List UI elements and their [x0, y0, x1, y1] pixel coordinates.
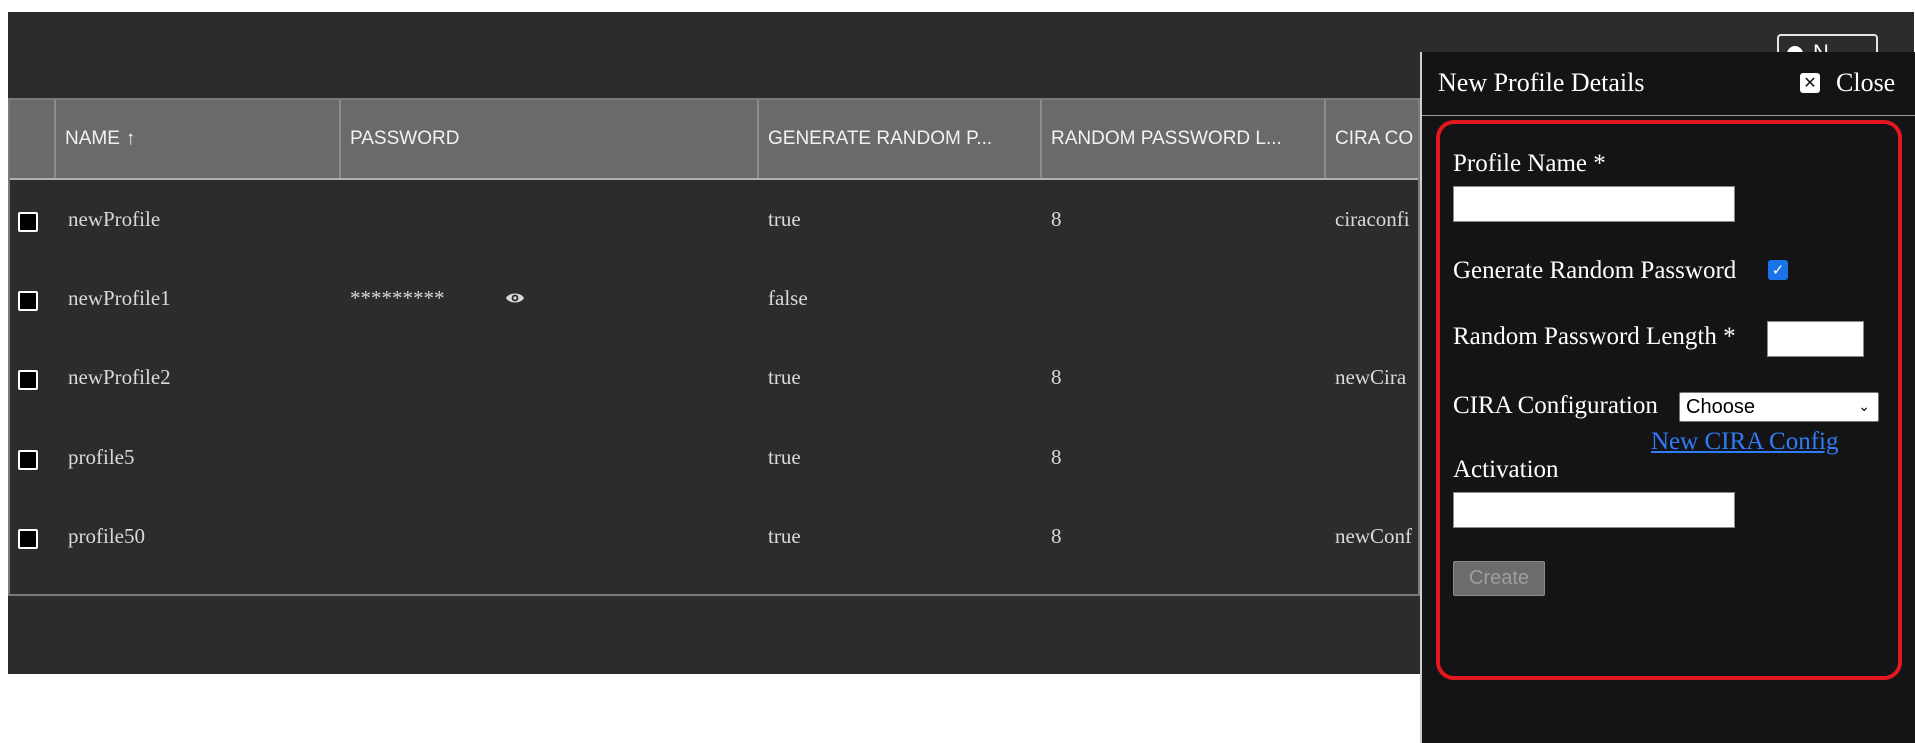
table-row[interactable]: profile50 true 8 newConf — [10, 497, 1418, 576]
chevron-down-icon: ⌄ — [1858, 399, 1870, 415]
cell-name: newProfile2 — [68, 365, 171, 389]
cell-cira — [1327, 259, 1418, 338]
column-header-cira-config[interactable]: CIRA CO — [1324, 100, 1418, 178]
cell-password — [342, 418, 757, 497]
activation-input[interactable] — [1453, 492, 1735, 528]
close-button[interactable]: ✕ Close — [1800, 68, 1895, 98]
cell-generate: true — [768, 207, 801, 231]
cell-length: 8 — [1051, 524, 1062, 548]
cell-generate: false — [768, 286, 808, 310]
cell-name: profile5 — [68, 445, 135, 469]
create-button[interactable]: Create — [1453, 561, 1545, 596]
select-all-column-header[interactable] — [10, 100, 54, 178]
cell-generate: true — [768, 524, 801, 548]
column-header-password[interactable]: PASSWORD — [339, 100, 757, 178]
cell-length — [1043, 259, 1323, 338]
cell-password — [342, 180, 757, 259]
table-row[interactable]: profile5 true 8 — [10, 418, 1418, 497]
sort-ascending-icon: ↑ — [125, 128, 136, 149]
checkbox-icon[interactable] — [18, 212, 38, 232]
table-row[interactable]: newProfile2 true 8 newCira — [10, 338, 1418, 417]
cira-configuration-label: CIRA Configuration — [1453, 392, 1658, 419]
checkbox-icon[interactable] — [18, 291, 38, 311]
column-header-random-password-length[interactable]: RANDOM PASSWORD L... — [1040, 100, 1324, 178]
cell-cira: ciraconfi — [1335, 207, 1410, 231]
activation-label: Activation — [1453, 456, 1559, 483]
random-password-length-label: Random Password Length * — [1453, 323, 1736, 350]
cell-name: newProfile1 — [68, 286, 171, 310]
cell-password — [342, 497, 757, 576]
cell-password — [342, 338, 757, 417]
random-password-length-input[interactable] — [1767, 321, 1864, 357]
column-header-generate-random-password[interactable]: GENERATE RANDOM P... — [757, 100, 1040, 178]
cell-cira: newConf — [1335, 524, 1412, 548]
cell-password: ********* — [350, 286, 445, 310]
table-row[interactable]: newProfile1 ********* false — [10, 259, 1418, 338]
table-header: NAME ↑ PASSWORD GENERATE RANDOM P... RAND… — [10, 100, 1418, 180]
checkbox-icon[interactable] — [18, 529, 38, 549]
cell-length: 8 — [1051, 207, 1062, 231]
cell-generate: true — [768, 365, 801, 389]
column-header-name[interactable]: NAME ↑ — [54, 100, 339, 178]
cell-name: newProfile — [68, 207, 161, 231]
new-cira-config-link[interactable]: New CIRA Config — [1651, 428, 1839, 456]
cell-name: profile50 — [68, 524, 145, 548]
profile-name-label: Profile Name * — [1453, 150, 1606, 177]
cell-cira — [1327, 418, 1418, 497]
cira-configuration-select[interactable]: Choose ⌄ — [1679, 392, 1879, 422]
cell-generate: true — [768, 445, 801, 469]
generate-random-password-label: Generate Random Password — [1453, 257, 1737, 284]
cell-length: 8 — [1051, 445, 1062, 469]
eye-icon[interactable] — [505, 289, 525, 307]
profile-name-input[interactable] — [1453, 186, 1735, 222]
panel-header: New Profile Details ✕ Close — [1422, 52, 1915, 116]
profiles-table: NAME ↑ PASSWORD GENERATE RANDOM P... RAND… — [8, 98, 1420, 596]
cell-length: 8 — [1051, 365, 1062, 389]
table-row[interactable]: newProfile true 8 ciraconfi — [10, 180, 1418, 259]
checkbox-icon[interactable] — [18, 370, 38, 390]
checkbox-icon[interactable] — [18, 450, 38, 470]
close-icon: ✕ — [1800, 73, 1820, 93]
generate-random-password-checkbox[interactable]: ✓ — [1768, 260, 1788, 280]
check-icon: ✓ — [1771, 261, 1785, 279]
panel-title: New Profile Details — [1438, 68, 1645, 97]
cell-cira: newCira — [1335, 365, 1407, 389]
